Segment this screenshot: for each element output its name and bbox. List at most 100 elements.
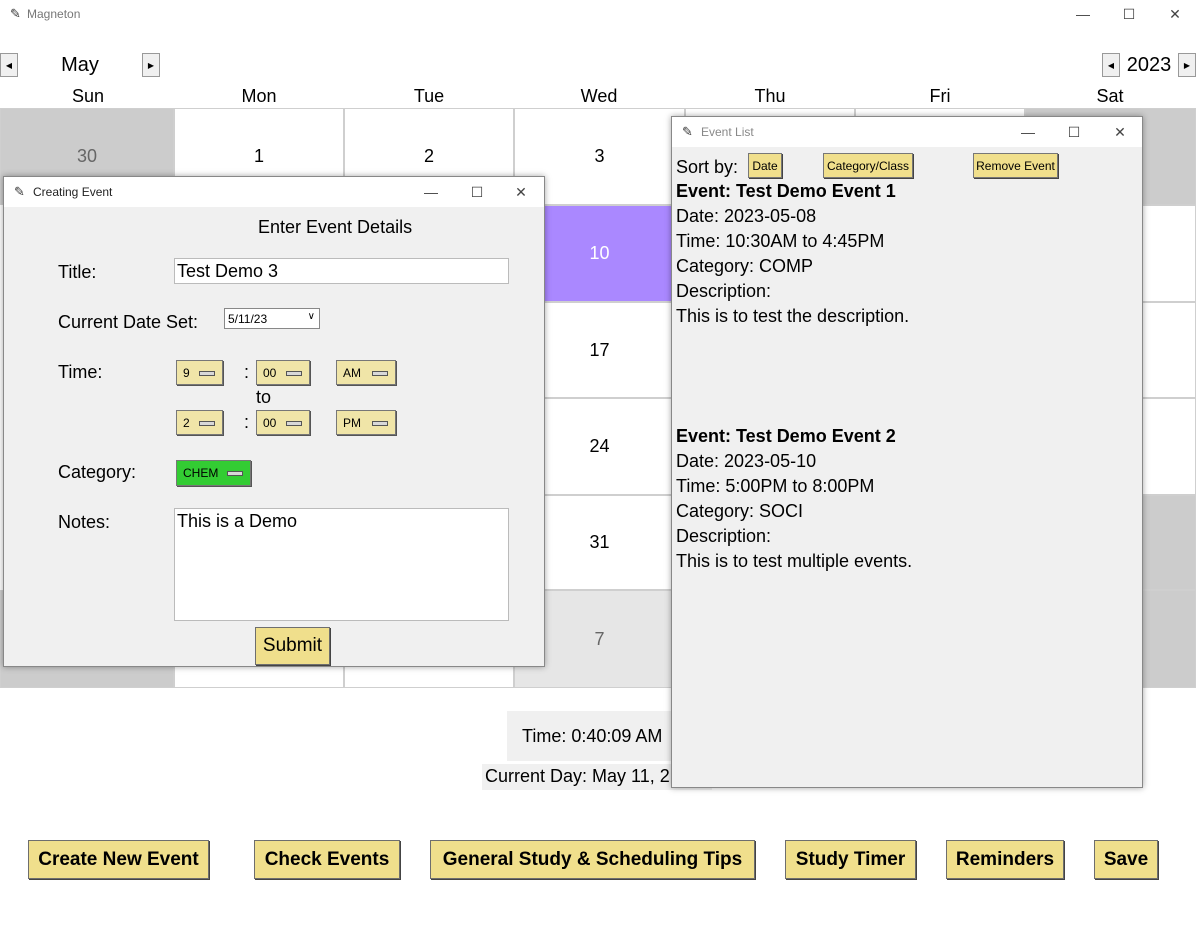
- event-list-title: Event List: [701, 125, 754, 139]
- next-month-button[interactable]: ▶: [142, 53, 160, 77]
- date-picker[interactable]: 5/11/23 ∨: [224, 308, 320, 329]
- main-titlebar: ✎ Magneton — ☐ ✕: [0, 0, 1196, 28]
- colon-separator: :: [244, 412, 250, 432]
- current-day-text: Current Day: May 11, 2: [485, 766, 670, 786]
- app-feather-icon: ✎: [10, 6, 21, 21]
- month-label: May: [61, 54, 99, 76]
- day-cell[interactable]: [1142, 398, 1196, 495]
- title-input-value: Test Demo 3: [177, 261, 279, 281]
- end-minute-menu[interactable]: 00: [256, 410, 310, 435]
- menu-indicator-icon: [286, 421, 302, 426]
- to-label: to: [256, 387, 272, 407]
- date-picker-value: 5/11/23: [228, 312, 268, 326]
- day-cell[interactable]: [1142, 590, 1196, 688]
- feather-icon: ✎: [14, 184, 25, 199]
- chevron-down-icon: ∨: [307, 311, 315, 322]
- category-value: CHEM: [183, 466, 219, 480]
- day-header-sun: Sun: [71, 86, 105, 106]
- event-date: Date: 2023-05-08: [676, 206, 817, 226]
- minimize-icon[interactable]: —: [408, 177, 454, 207]
- notes-label: Notes:: [58, 512, 111, 532]
- event-heading: Event: Test Demo Event 2: [676, 426, 896, 446]
- time-label: Time:: [58, 362, 103, 382]
- date-label: Current Date Set:: [58, 312, 199, 332]
- start-minute-value: 00: [263, 365, 277, 380]
- save-button[interactable]: Save: [1094, 840, 1158, 879]
- maximize-icon[interactable]: ☐: [454, 177, 500, 207]
- creating-event-titlebar: ✎ Creating Event — ☐ ✕: [4, 177, 544, 207]
- start-ampm-menu[interactable]: AM: [336, 360, 396, 385]
- event-category: Category: SOCI: [676, 501, 804, 521]
- close-icon[interactable]: ✕: [1152, 0, 1196, 28]
- day-header-mon: Mon: [241, 86, 277, 106]
- event-list-window: ✎ Event List — ☐ ✕ Sort by: Date Categor…: [671, 116, 1143, 788]
- end-ampm-value: PM: [343, 415, 361, 430]
- event-description-label: Description:: [676, 526, 772, 546]
- end-ampm-menu[interactable]: PM: [336, 410, 396, 435]
- create-new-event-button[interactable]: Create New Event: [28, 840, 209, 879]
- start-ampm-value: AM: [343, 365, 361, 380]
- feather-icon: ✎: [682, 124, 693, 139]
- next-year-button[interactable]: ▶: [1178, 53, 1196, 77]
- event-time: Time: 10:30AM to 4:45PM: [676, 231, 885, 251]
- menu-indicator-icon: [227, 471, 243, 476]
- remove-event-button[interactable]: Remove Event: [973, 153, 1058, 178]
- notes-textarea[interactable]: This is a Demo: [174, 508, 509, 621]
- menu-indicator-icon: [199, 421, 215, 426]
- submit-button[interactable]: Submit: [255, 627, 330, 665]
- close-icon[interactable]: ✕: [1097, 117, 1143, 147]
- day-cell[interactable]: [1142, 205, 1196, 302]
- end-hour-menu[interactable]: 2: [176, 410, 223, 435]
- sort-by-label: Sort by:: [676, 157, 739, 177]
- category-label: Category:: [58, 462, 137, 482]
- event-description: This is to test multiple events.: [676, 551, 913, 571]
- title-label: Title:: [58, 262, 97, 282]
- menu-indicator-icon: [372, 371, 388, 376]
- event-heading: Event: Test Demo Event 1: [676, 181, 896, 201]
- event-description-label: Description:: [676, 281, 772, 301]
- minimize-icon[interactable]: —: [1005, 117, 1051, 147]
- minimize-icon[interactable]: —: [1060, 0, 1106, 28]
- study-tips-button[interactable]: General Study & Scheduling Tips: [430, 840, 755, 879]
- event-date: Date: 2023-05-10: [676, 451, 817, 471]
- menu-indicator-icon: [199, 371, 215, 376]
- study-timer-button[interactable]: Study Timer: [785, 840, 916, 879]
- day-header-fri: Fri: [929, 86, 951, 106]
- close-icon[interactable]: ✕: [498, 177, 544, 207]
- day-header-sat: Sat: [1096, 86, 1124, 106]
- event-description: This is to test the description.: [676, 306, 910, 326]
- menu-indicator-icon: [372, 421, 388, 426]
- end-minute-value: 00: [263, 415, 277, 430]
- maximize-icon[interactable]: ☐: [1051, 117, 1097, 147]
- notes-value: This is a Demo: [177, 511, 298, 531]
- day-cell[interactable]: [1142, 302, 1196, 398]
- day-header-tue: Tue: [413, 86, 445, 106]
- colon-separator: :: [244, 362, 250, 382]
- event-category: Category: COMP: [676, 256, 814, 276]
- creating-event-window: ✎ Creating Event — ☐ ✕ Enter Event Detai…: [3, 176, 545, 667]
- sort-category-button[interactable]: Category/Class: [823, 153, 913, 178]
- creating-event-title: Creating Event: [33, 185, 113, 199]
- start-hour-menu[interactable]: 9: [176, 360, 223, 385]
- form-heading: Enter Event Details: [258, 217, 413, 237]
- prev-month-button[interactable]: ◀: [0, 53, 18, 77]
- end-hour-value: 2: [183, 415, 190, 430]
- sort-date-button[interactable]: Date: [748, 153, 782, 178]
- check-events-button[interactable]: Check Events: [254, 840, 400, 879]
- clock-time-text: Time: 0:40:09 AM: [522, 726, 663, 746]
- menu-indicator-icon: [286, 371, 302, 376]
- day-header-thu: Thu: [754, 86, 786, 106]
- reminders-button[interactable]: Reminders: [946, 840, 1064, 879]
- prev-year-button[interactable]: ◀: [1102, 53, 1120, 77]
- day-header-wed: Wed: [580, 86, 618, 106]
- event-list-titlebar: ✎ Event List — ☐ ✕: [672, 117, 1142, 147]
- day-cell[interactable]: [1142, 495, 1196, 590]
- start-hour-value: 9: [183, 365, 190, 380]
- year-label: 2023: [1126, 54, 1172, 76]
- maximize-icon[interactable]: ☐: [1106, 0, 1152, 28]
- main-window-title: Magneton: [27, 7, 81, 21]
- title-input[interactable]: Test Demo 3: [174, 258, 509, 284]
- event-time: Time: 5:00PM to 8:00PM: [676, 476, 875, 496]
- start-minute-menu[interactable]: 00: [256, 360, 310, 385]
- category-menu[interactable]: CHEM: [176, 460, 251, 486]
